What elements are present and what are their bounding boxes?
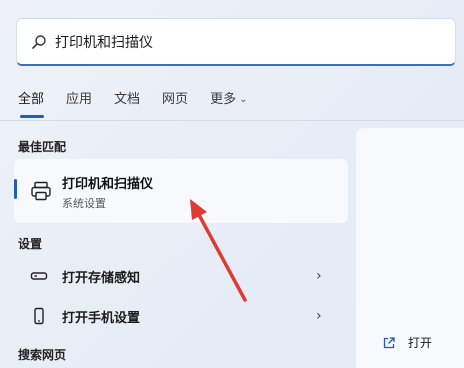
open-action[interactable]: 打开 (382, 334, 432, 351)
settings-item-label: 打开存储感知 (62, 270, 141, 286)
search-icon (32, 34, 46, 49)
section-title-web: 搜索网页 (18, 348, 67, 362)
tab-more[interactable]: 更多 ⌄ (210, 88, 247, 108)
preview-panel: 打开 (356, 128, 464, 368)
settings-item-phone[interactable]: 打开手机设置 › (14, 298, 348, 334)
tab-documents[interactable]: 文档 (114, 88, 140, 108)
section-title-best-match: 最佳匹配 (18, 140, 67, 154)
tab-all[interactable]: 全部 (18, 88, 45, 118)
best-match-title: 打印机和扫描仪 (62, 177, 154, 192)
search-box[interactable] (16, 18, 456, 66)
tab-apps[interactable]: 应用 (66, 88, 92, 108)
tab-more-label: 更多 (210, 92, 237, 107)
printer-icon (31, 181, 51, 201)
tab-divider (0, 120, 464, 121)
chevron-right-icon: › (316, 308, 322, 324)
open-label: 打开 (408, 336, 433, 350)
search-input[interactable] (55, 33, 435, 50)
selection-indicator (14, 179, 17, 199)
section-title-settings: 设置 (18, 237, 43, 251)
tab-web[interactable]: 网页 (162, 88, 188, 108)
chevron-down-icon: ⌄ (239, 94, 248, 105)
settings-item-label: 打开手机设置 (62, 310, 141, 326)
phone-icon (34, 307, 44, 325)
best-match-result[interactable]: 打印机和扫描仪 系统设置 (14, 159, 348, 223)
filter-tabs: 全部 应用 文档 网页 更多 ⌄ (18, 88, 269, 118)
best-match-subtitle: 系统设置 (62, 197, 106, 210)
open-external-icon (383, 336, 395, 348)
storage-icon (30, 272, 48, 280)
settings-item-storage-sense[interactable]: 打开存储感知 › (14, 258, 348, 294)
chevron-right-icon: › (316, 268, 322, 284)
